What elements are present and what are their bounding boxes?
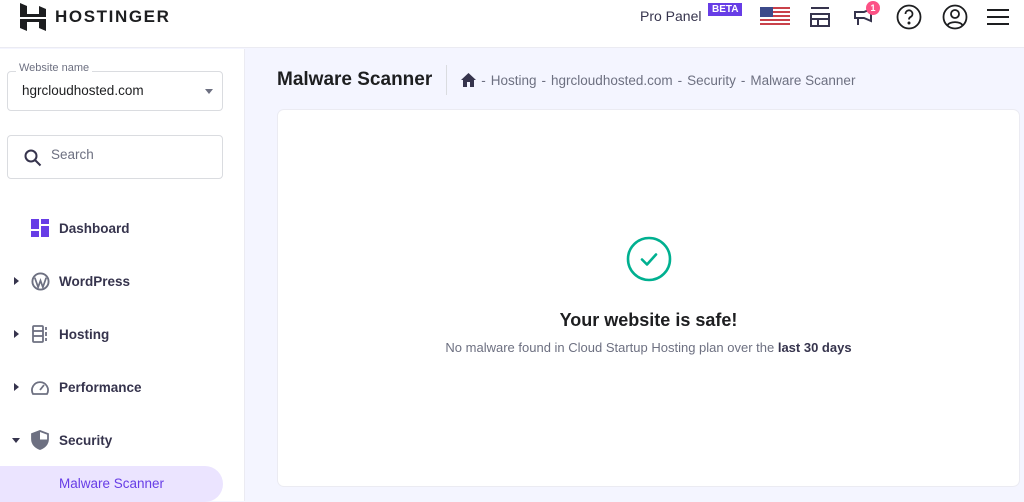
- hostinger-logo[interactable]: HOSTINGER: [20, 2, 170, 32]
- dashboard-icon: [30, 218, 50, 238]
- status-description-period: last 30 days: [777, 340, 852, 355]
- us-flag-icon: [760, 7, 790, 27]
- breadcrumb-item-hosting[interactable]: Hosting: [491, 73, 537, 88]
- brand-name: HOSTINGER: [55, 7, 171, 26]
- sidebar-item-performance[interactable]: Performance: [0, 372, 245, 402]
- chevron-down-icon: [205, 89, 213, 94]
- sidebar-subitem-malware-scanner[interactable]: Malware Scanner: [0, 466, 223, 502]
- search-icon: [24, 149, 42, 167]
- breadcrumb-separator: -: [541, 72, 547, 88]
- home-icon[interactable]: [461, 73, 477, 87]
- hostinger-logo-icon: [20, 3, 46, 31]
- sidebar-item-label: Security: [59, 432, 113, 448]
- server-icon: [30, 324, 50, 344]
- breadcrumb-separator: -: [740, 72, 746, 88]
- sidebar-item-label: WordPress: [59, 273, 131, 289]
- store-button[interactable]: [806, 4, 834, 30]
- help-icon: [896, 4, 922, 30]
- sidebar-search[interactable]: [7, 135, 223, 179]
- chevron-right-icon: [14, 277, 19, 285]
- hamburger-menu-icon: [987, 9, 1009, 25]
- status-title: Your website is safe!: [559, 310, 738, 330]
- language-button[interactable]: [760, 4, 790, 30]
- sidebar-subitem-label: Malware Scanner: [59, 476, 165, 491]
- chevron-right-icon: [14, 383, 19, 391]
- main-menu-button[interactable]: [984, 4, 1012, 30]
- search-input[interactable]: [51, 147, 211, 162]
- top-bar: HOSTINGER Pro Panel BETA 1: [0, 0, 1024, 48]
- scan-result-card: Your website is safe! No malware found i…: [278, 110, 1019, 486]
- sidebar-item-wordpress[interactable]: WordPress: [0, 266, 245, 296]
- page-header: Malware Scanner - Hosting - hgrcloudhost…: [277, 64, 855, 96]
- store-icon: [810, 7, 830, 27]
- breadcrumb-separator: -: [677, 72, 683, 88]
- account-icon: [942, 4, 968, 30]
- sidebar-item-security[interactable]: Security: [0, 425, 245, 455]
- chevron-right-icon: [14, 330, 19, 338]
- account-button[interactable]: [941, 4, 969, 30]
- website-select[interactable]: Website name hgrcloudhosted.com: [7, 62, 223, 111]
- gauge-icon: [30, 377, 50, 397]
- status-description-text: No malware found in Cloud Startup Hostin…: [445, 340, 775, 355]
- breadcrumb: - Hosting - hgrcloudhosted.com - Securit…: [461, 73, 855, 88]
- website-select-value: hgrcloudhosted.com: [22, 83, 144, 98]
- sidebar: Website name hgrcloudhosted.com Dashboar…: [0, 49, 245, 502]
- sidebar-item-dashboard[interactable]: Dashboard: [0, 213, 245, 243]
- website-select-label: Website name: [16, 62, 93, 74]
- sidebar-item-label: Dashboard: [59, 220, 130, 236]
- chevron-down-icon: [12, 437, 20, 443]
- sidebar-item-hosting[interactable]: Hosting: [0, 319, 245, 349]
- breadcrumb-separator: -: [481, 72, 486, 88]
- announcements-button[interactable]: 1: [850, 1, 880, 30]
- breadcrumb-item-website[interactable]: hgrcloudhosted.com: [551, 73, 673, 88]
- shield-icon: [30, 430, 50, 450]
- notification-count-badge: 1: [866, 1, 880, 15]
- breadcrumb-item-security[interactable]: Security: [687, 73, 736, 88]
- page-title: Malware Scanner: [277, 69, 433, 90]
- beta-badge: BETA: [708, 3, 743, 16]
- sidebar-item-label: Performance: [59, 379, 142, 395]
- breadcrumb-item-current: Malware Scanner: [750, 72, 856, 88]
- check-circle-icon: [626, 236, 672, 282]
- header-divider: [446, 65, 448, 95]
- wordpress-icon: [30, 271, 50, 291]
- sidebar-item-label: Hosting: [59, 326, 110, 342]
- status-description: No malware found in Cloud Startup Hostin…: [278, 340, 1019, 355]
- help-button[interactable]: [895, 4, 923, 30]
- pro-panel-link[interactable]: Pro Panel: [640, 8, 701, 24]
